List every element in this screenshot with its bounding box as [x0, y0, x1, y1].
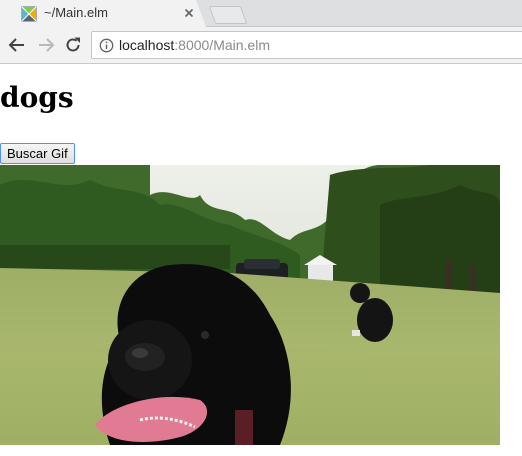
info-icon[interactable]	[99, 38, 114, 53]
elm-tangram-icon	[21, 6, 37, 22]
browser-chrome: ~/Main.elm localhost:8000/Main.elm	[0, 0, 522, 64]
close-icon[interactable]	[182, 6, 196, 20]
page-title: dogs	[0, 81, 74, 114]
address-bar[interactable]: localhost:8000/Main.elm	[91, 31, 522, 59]
toolbar: localhost:8000/Main.elm	[0, 27, 522, 64]
search-gif-button[interactable]: Buscar Gif	[0, 143, 75, 164]
tab-strip: ~/Main.elm	[0, 0, 522, 27]
dog-gif-image	[0, 165, 500, 445]
forward-arrow-icon[interactable]	[36, 35, 56, 55]
back-arrow-icon[interactable]	[7, 35, 27, 55]
reload-icon[interactable]	[63, 35, 83, 55]
url-host: localhost	[119, 37, 175, 53]
active-tab[interactable]: ~/Main.elm	[0, 0, 206, 27]
page-content: dogs Buscar Gif	[0, 64, 522, 456]
new-tab-button[interactable]	[208, 6, 248, 24]
url-text[interactable]: localhost:8000/Main.elm	[119, 37, 270, 53]
url-path: :8000/Main.elm	[174, 37, 270, 53]
tab-title: ~/Main.elm	[44, 5, 108, 20]
